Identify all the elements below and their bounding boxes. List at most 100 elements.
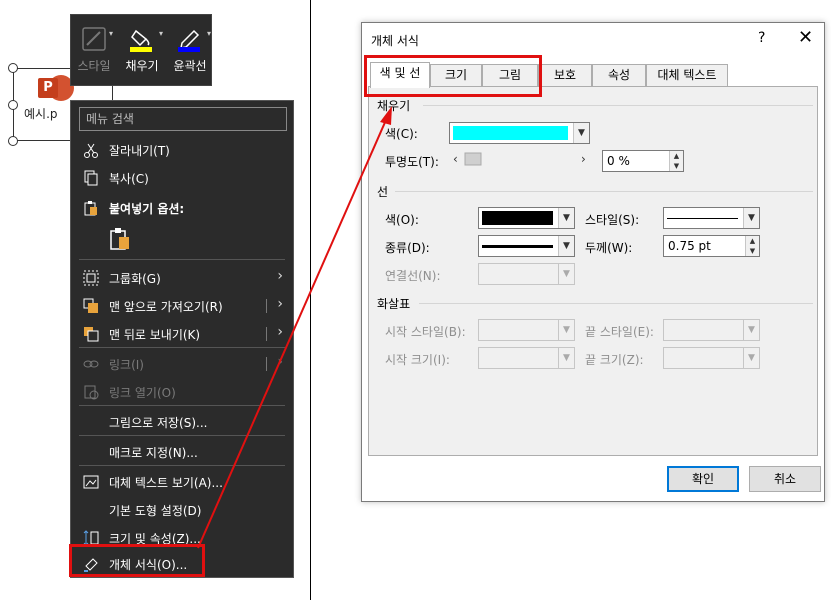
begin-size-label: 시작 크기(I): bbox=[385, 353, 450, 367]
paste-option-keep-source[interactable] bbox=[71, 223, 293, 255]
menu-item-label: 그룹화(G) bbox=[109, 272, 161, 286]
file-name-label: 예시.p bbox=[24, 107, 58, 121]
paint-bucket-icon bbox=[130, 29, 152, 52]
menu-item-label: 링크 열기(O) bbox=[109, 386, 176, 400]
chevron-down-icon: ▼ bbox=[743, 348, 759, 368]
menu-item-copy[interactable]: 복사(C) bbox=[71, 165, 293, 191]
resize-handle-left[interactable] bbox=[8, 100, 18, 110]
mini-toolbar: ▾ 스타일 ▾ 채우기 ▾ 윤곽선 bbox=[70, 14, 212, 86]
menu-item-send-to-back[interactable]: 맨 뒤로 보내기(K) › bbox=[71, 321, 293, 347]
menu-separator bbox=[79, 465, 285, 466]
close-button[interactable]: ✕ bbox=[798, 27, 813, 48]
tab-protection[interactable]: 보호 bbox=[538, 64, 592, 87]
menu-item-open-link: 링크 열기(O) bbox=[71, 379, 293, 405]
chevron-right-icon: › bbox=[277, 354, 283, 370]
chevron-down-icon: ▼ bbox=[558, 320, 574, 340]
connector-dropdown: ▼ bbox=[478, 263, 575, 285]
menu-separator bbox=[79, 259, 285, 260]
paste-icon bbox=[84, 201, 97, 216]
chevron-right-icon: › bbox=[277, 324, 283, 340]
split-divider bbox=[266, 327, 267, 341]
menu-item-save-as-picture[interactable]: 그림으로 저장(S)... bbox=[71, 409, 293, 435]
menu-separator bbox=[79, 435, 285, 436]
end-size-label: 끝 크기(Z): bbox=[585, 353, 644, 367]
transparency-slider[interactable]: ‹ › bbox=[451, 150, 591, 168]
link-icon bbox=[83, 360, 99, 368]
outline-button[interactable]: ▾ 윤곽선 bbox=[167, 15, 213, 87]
menu-separator bbox=[79, 405, 285, 406]
transparency-spinner[interactable]: 0 % ▲ ▼ bbox=[602, 150, 684, 172]
bring-front-icon bbox=[83, 298, 98, 313]
chevron-down-icon: ▼ bbox=[558, 236, 574, 256]
fill-color-swatch bbox=[453, 126, 568, 140]
menu-item-set-default-shape[interactable]: 기본 도형 설정(D) bbox=[71, 497, 293, 523]
chevron-down-icon: ▾ bbox=[207, 29, 212, 38]
end-style-label: 끝 스타일(E): bbox=[585, 325, 654, 339]
scissors-icon bbox=[84, 143, 98, 158]
split-divider bbox=[266, 299, 267, 313]
menu-item-cut[interactable]: 잘라내기(T) bbox=[71, 137, 293, 163]
fill-button[interactable]: ▾ 채우기 bbox=[119, 15, 165, 87]
chevron-down-icon: ▼ bbox=[743, 320, 759, 340]
chevron-down-icon: ▾ bbox=[159, 29, 164, 38]
line-color-label: 색(O): bbox=[385, 213, 419, 227]
spin-arrows-icon[interactable]: ▲ ▼ bbox=[745, 236, 759, 256]
fill-color-label: 색(C): bbox=[385, 127, 418, 141]
menu-item-label: 매크로 지정(N)... bbox=[109, 446, 198, 460]
transparency-value: 0 % bbox=[607, 154, 630, 168]
line-style-dropdown[interactable]: ▼ bbox=[663, 207, 760, 229]
menu-item-label: 붙여넣기 옵션: bbox=[109, 202, 185, 216]
menu-item-link: 링크(I) › bbox=[71, 351, 293, 377]
style-label: 스타일 bbox=[77, 59, 111, 73]
menu-item-label: 링크(I) bbox=[109, 358, 144, 372]
open-link-icon bbox=[84, 385, 99, 400]
chevron-down-icon: ▼ bbox=[573, 123, 589, 143]
chevron-down-icon: ▼ bbox=[743, 208, 759, 228]
end-style-dropdown: ▼ bbox=[663, 319, 760, 341]
spin-arrows-icon[interactable]: ▲ ▼ bbox=[669, 151, 683, 171]
line-weight-label: 두께(W): bbox=[585, 241, 633, 255]
group-divider bbox=[395, 191, 813, 192]
solid-line-sample bbox=[482, 245, 553, 248]
line-color-dropdown[interactable]: ▼ bbox=[478, 207, 575, 229]
menu-item-label: 기본 도형 설정(D) bbox=[109, 504, 202, 518]
paste-option-icon bbox=[110, 228, 129, 250]
svg-text:›: › bbox=[581, 152, 586, 166]
menu-item-paste-options: 붙여넣기 옵션: bbox=[71, 195, 293, 221]
line-style-label: 스타일(S): bbox=[585, 213, 640, 227]
menu-item-label: 맨 앞으로 가져오기(R) bbox=[109, 300, 223, 314]
arrows-group-title: 화살표 bbox=[377, 297, 411, 311]
split-divider bbox=[266, 357, 267, 371]
outline-label: 윤곽선 bbox=[173, 59, 207, 73]
menu-item-bring-to-front[interactable]: 맨 앞으로 가져오기(R) › bbox=[71, 293, 293, 319]
chevron-right-icon: › bbox=[277, 268, 283, 284]
resize-handle-top-left[interactable] bbox=[8, 63, 18, 73]
begin-style-label: 시작 스타일(B): bbox=[385, 325, 466, 339]
begin-style-dropdown: ▼ bbox=[478, 319, 575, 341]
tab-alt-text[interactable]: 대체 텍스트 bbox=[646, 64, 728, 87]
menu-item-alt-text[interactable]: 대체 텍스트 보기(A)... bbox=[71, 469, 293, 495]
help-button[interactable]: ? bbox=[758, 30, 765, 46]
highlight-format-object bbox=[69, 544, 205, 577]
tab-colors-lines[interactable]: 색 및 선 bbox=[370, 62, 430, 88]
style-button[interactable]: ▾ 스타일 bbox=[71, 15, 117, 87]
dash-type-dropdown[interactable]: ▼ bbox=[478, 235, 575, 257]
resize-handle-bottom-left[interactable] bbox=[8, 136, 18, 146]
dash-type-label: 종류(D): bbox=[385, 241, 430, 255]
menu-item-assign-macro[interactable]: 매크로 지정(N)... bbox=[71, 439, 293, 465]
menu-item-group[interactable]: 그룹화(G) › bbox=[71, 265, 293, 291]
cancel-button[interactable]: 취소 bbox=[749, 466, 821, 492]
send-back-icon bbox=[84, 327, 99, 342]
menu-item-label: 대체 텍스트 보기(A)... bbox=[109, 476, 223, 490]
tab-properties[interactable]: 속성 bbox=[592, 64, 646, 87]
line-weight-spinner[interactable]: 0.75 pt ▲ ▼ bbox=[663, 235, 760, 257]
fill-group-title: 채우기 bbox=[377, 99, 411, 113]
fill-color-dropdown[interactable]: ▼ bbox=[449, 122, 590, 144]
menu-separator bbox=[79, 347, 285, 348]
ok-button[interactable]: 확인 bbox=[667, 466, 739, 492]
context-menu: 메뉴 검색 잘라내기(T) 복사(C) 붙여넣기 옵션: 그룹화(G) › 맨 … bbox=[70, 100, 294, 578]
menu-item-label: 맨 뒤로 보내기(K) bbox=[109, 328, 201, 342]
menu-search-input[interactable]: 메뉴 검색 bbox=[79, 107, 287, 131]
chevron-down-icon: ▼ bbox=[558, 264, 574, 284]
group-divider bbox=[419, 303, 813, 304]
